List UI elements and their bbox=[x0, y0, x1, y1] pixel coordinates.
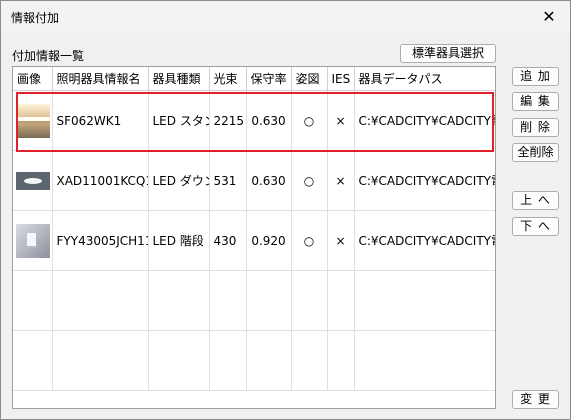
row-ies: × bbox=[327, 210, 355, 271]
info-list[interactable]: 画像 照明器具情報名 器具種類 光束 保守率 姿図 IES 器具データパス SF… bbox=[12, 66, 496, 409]
header-ies[interactable]: IES bbox=[327, 67, 355, 91]
row-flux: 531 bbox=[209, 150, 247, 211]
move-down-button[interactable]: 下 へ bbox=[512, 217, 559, 236]
row-name: XAD11001KCQ11 bbox=[52, 150, 149, 211]
row-figure: ○ bbox=[291, 210, 328, 271]
row-path: C:¥CADCITY¥CADCITY電設 bbox=[354, 210, 495, 271]
delete-all-button[interactable]: 全削除 bbox=[512, 143, 559, 162]
dialog-window: 情報付加 ✕ 付加情報一覧 標準器具選択 画像 照明器具情報名 器具種類 光束 … bbox=[0, 0, 571, 420]
wall-light-thumbnail bbox=[16, 223, 50, 258]
edit-button[interactable]: 編 集 bbox=[512, 92, 559, 111]
table-row[interactable]: XAD11001KCQ11 LED ダウン 531 0.630 ○ × C:¥C… bbox=[13, 150, 495, 211]
row-flux: 430 bbox=[209, 210, 247, 271]
table-row[interactable]: FYY43005JCH11 LED 階段 430 0.920 ○ × C:¥CA… bbox=[13, 210, 495, 271]
close-icon[interactable]: ✕ bbox=[536, 4, 562, 30]
row-thumbnail-cell bbox=[13, 210, 53, 271]
section-label: 付加情報一覧 bbox=[12, 49, 85, 63]
row-thumbnail-cell bbox=[13, 150, 53, 211]
strip-light-thumbnail bbox=[16, 103, 50, 138]
row-name: SF062WK1 bbox=[52, 90, 149, 151]
header-type[interactable]: 器具種類 bbox=[148, 67, 210, 91]
standard-fixture-select-button[interactable]: 標準器具選択 bbox=[400, 44, 496, 63]
move-up-button[interactable]: 上 へ bbox=[512, 191, 559, 210]
row-name: FYY43005JCH11 bbox=[52, 210, 149, 271]
row-maintenance: 0.630 bbox=[246, 90, 292, 151]
row-ies: × bbox=[327, 150, 355, 211]
change-button[interactable]: 変 更 bbox=[512, 390, 559, 409]
row-maintenance: 0.920 bbox=[246, 210, 292, 271]
table-row-empty bbox=[13, 330, 495, 391]
table-header-row: 画像 照明器具情報名 器具種類 光束 保守率 姿図 IES 器具データパス bbox=[13, 67, 495, 91]
header-figure[interactable]: 姿図 bbox=[291, 67, 328, 91]
table-row-empty bbox=[13, 270, 495, 331]
row-type: LED ダウン bbox=[148, 150, 210, 211]
row-figure: ○ bbox=[291, 150, 328, 211]
row-thumbnail-cell bbox=[13, 90, 53, 151]
row-flux: 2215 bbox=[209, 90, 247, 151]
header-flux[interactable]: 光束 bbox=[209, 67, 247, 91]
row-path: C:¥CADCITY¥CADCITY電設 bbox=[354, 150, 495, 211]
row-figure: ○ bbox=[291, 90, 328, 151]
delete-button[interactable]: 削 除 bbox=[512, 118, 559, 137]
header-image[interactable]: 画像 bbox=[13, 67, 53, 91]
header-maintenance[interactable]: 保守率 bbox=[246, 67, 292, 91]
add-button[interactable]: 追 加 bbox=[512, 67, 559, 86]
title-bar: 情報付加 ✕ bbox=[1, 1, 570, 33]
header-name[interactable]: 照明器具情報名 bbox=[52, 67, 149, 91]
row-path: C:¥CADCITY¥CADCITY電設 bbox=[354, 90, 495, 151]
header-path[interactable]: 器具データパス bbox=[354, 67, 495, 91]
downlight-thumbnail bbox=[16, 163, 50, 198]
row-type: LED 階段 bbox=[148, 210, 210, 271]
row-ies: × bbox=[327, 90, 355, 151]
table-row[interactable]: SF062WK1 LED スタン 2215 0.630 ○ × C:¥CADCI… bbox=[13, 90, 495, 151]
row-maintenance: 0.630 bbox=[246, 150, 292, 211]
info-table: 画像 照明器具情報名 器具種類 光束 保守率 姿図 IES 器具データパス SF… bbox=[13, 67, 495, 391]
row-type: LED スタン bbox=[148, 90, 210, 151]
window-title: 情報付加 bbox=[11, 11, 60, 25]
